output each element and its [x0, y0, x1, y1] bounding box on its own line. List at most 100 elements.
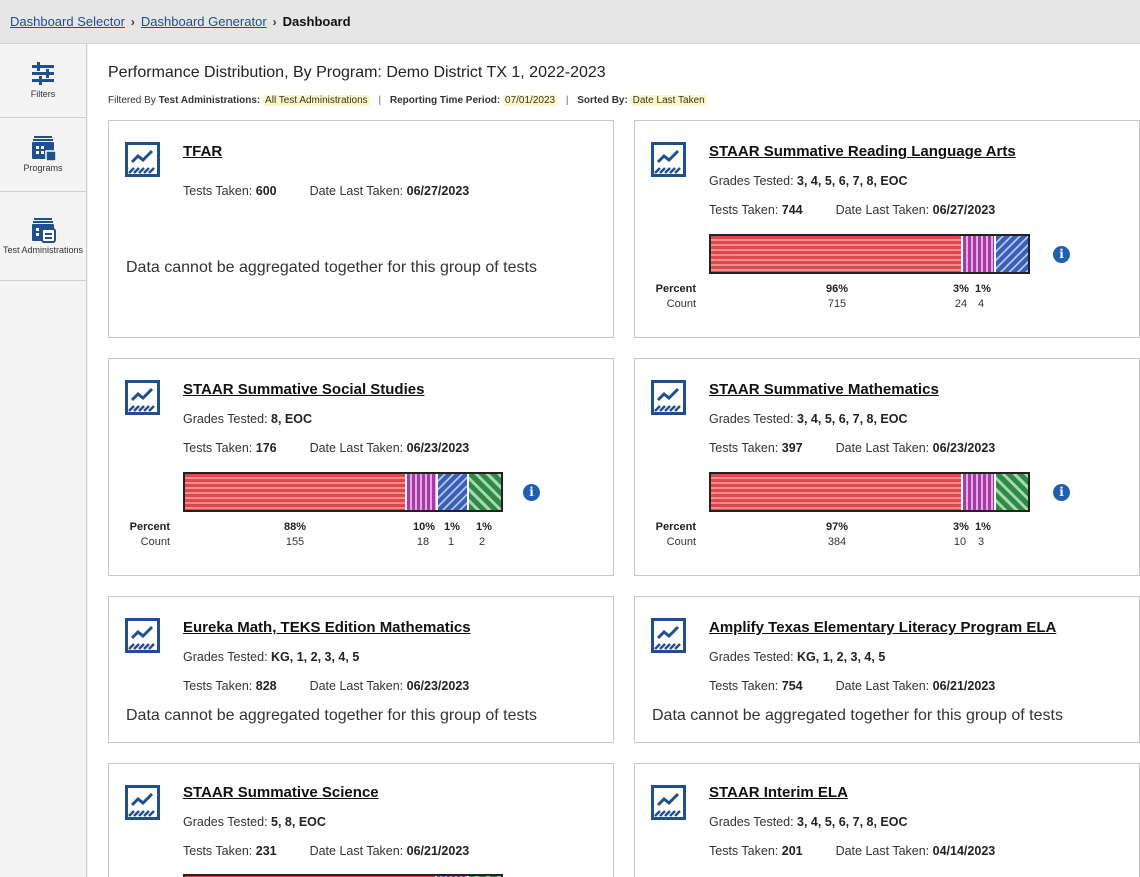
card-meta: Tests Taken: 744 Date Last Taken: 06/27/…: [709, 203, 995, 217]
breadcrumb-dashboard-generator[interactable]: Dashboard Generator: [141, 14, 267, 29]
distribution-bar: [183, 472, 503, 512]
percent-row-label: Percent: [655, 283, 696, 295]
date-last-taken-label: Date Last Taken:: [309, 679, 404, 693]
segment-percent: 3%: [953, 521, 969, 533]
tests-taken-value: 397: [781, 441, 803, 455]
no-data-message: Data cannot be aggregated together for t…: [126, 259, 537, 276]
date-last-taken-value: 06/21/2023: [406, 844, 470, 858]
bar-segment-blue[interactable]: [438, 474, 469, 510]
tests-taken-value: 176: [255, 441, 277, 455]
sidebar-item-filters[interactable]: Filters: [0, 44, 86, 118]
program-title-link[interactable]: TFAR: [183, 143, 222, 160]
breadcrumb-separator: ›: [272, 14, 277, 29]
no-data-message: Data cannot be aggregated together for t…: [126, 707, 537, 724]
filter-value: All Test Administrations: [263, 95, 370, 106]
tests-taken-label: Tests Taken:: [183, 844, 253, 858]
program-title-link[interactable]: STAAR Summative Science: [183, 784, 379, 801]
tests-taken-label: Tests Taken:: [183, 441, 253, 455]
tests-taken-label: Tests Taken:: [709, 203, 779, 217]
segment-count: 10: [953, 536, 967, 548]
bar-segment-blue[interactable]: [996, 236, 1028, 272]
segment-count: 3: [977, 536, 985, 548]
left-rail: Filters Programs Test Administrations: [0, 44, 87, 877]
filter-value: 07/01/2023: [503, 95, 558, 106]
grades-tested-value: 5, 8, EOC: [271, 815, 326, 829]
programs-icon: [32, 136, 56, 161]
grades-tested-label: Grades Tested:: [183, 815, 268, 829]
bar-segment-red[interactable]: [711, 236, 963, 272]
sidebar-item-programs[interactable]: Programs: [0, 118, 86, 192]
count-row-label: Count: [140, 536, 170, 548]
tests-taken-value: 754: [781, 679, 803, 693]
program-title-link[interactable]: STAAR Summative Reading Language Arts: [709, 143, 1016, 160]
segment-percent: 96%: [825, 283, 849, 295]
program-card: TFAR Tests Taken: 600 Date Last Taken: 0…: [108, 120, 614, 338]
filter-divider: |: [378, 95, 382, 106]
sidebar-item-label: Filters: [30, 89, 56, 99]
chart-icon: [125, 618, 160, 653]
info-icon[interactable]: i: [1053, 246, 1070, 263]
program-title-link[interactable]: Eureka Math, TEKS Edition Mathematics: [183, 619, 471, 636]
date-last-taken-value: 04/14/2023: [932, 844, 996, 858]
tests-taken-value: 744: [781, 203, 803, 217]
program-card: STAAR Interim ELA Grades Tested: 3, 4, 5…: [634, 763, 1140, 877]
program-card: Eureka Math, TEKS Edition Mathematics Gr…: [108, 596, 614, 743]
grades-tested-value: KG, 1, 2, 3, 4, 5: [797, 650, 886, 664]
breadcrumb: Dashboard Selector › Dashboard Generator…: [0, 0, 1140, 44]
tests-taken-value: 600: [255, 184, 277, 198]
page-title: Performance Distribution, By Program: De…: [108, 64, 606, 81]
card-meta: Tests Taken: 397 Date Last Taken: 06/23/…: [709, 441, 995, 455]
tests-taken-label: Tests Taken:: [183, 679, 253, 693]
bar-segment-purple[interactable]: [963, 474, 996, 510]
segment-percent: 10%: [412, 521, 436, 533]
grades-tested: Grades Tested: 3, 4, 5, 6, 7, 8, EOC: [709, 815, 908, 829]
program-title-link[interactable]: STAAR Summative Social Studies: [183, 381, 424, 398]
info-icon[interactable]: i: [523, 484, 540, 501]
breadcrumb-separator: ›: [130, 14, 135, 29]
test-administrations-icon: [32, 217, 56, 243]
grades-tested: Grades Tested: 3, 4, 5, 6, 7, 8, EOC: [709, 412, 908, 426]
bar-segment-red[interactable]: [711, 474, 963, 510]
date-last-taken-label: Date Last Taken:: [309, 844, 404, 858]
grades-tested: Grades Tested: 8, EOC: [183, 412, 312, 426]
chart-icon: [125, 785, 160, 820]
date-last-taken-label: Date Last Taken:: [835, 441, 930, 455]
grades-tested-value: 3, 4, 5, 6, 7, 8, EOC: [797, 412, 908, 426]
filter-divider: |: [565, 95, 569, 106]
grades-tested-value: 8, EOC: [271, 412, 313, 426]
segment-count: 4: [977, 298, 985, 310]
bar-segment-red[interactable]: [185, 474, 407, 510]
card-meta: Tests Taken: 828 Date Last Taken: 06/23/…: [183, 679, 469, 693]
breadcrumb-dashboard-selector[interactable]: Dashboard Selector: [10, 14, 125, 29]
bar-segment-purple[interactable]: [407, 474, 438, 510]
filter-label: Reporting Time Period:: [389, 95, 501, 106]
segment-count: 715: [827, 298, 847, 310]
grades-tested-value: 3, 4, 5, 6, 7, 8, EOC: [797, 815, 908, 829]
sidebar-item-label: Test Administrations: [2, 244, 84, 255]
program-title-link[interactable]: STAAR Summative Mathematics: [709, 381, 939, 398]
filters-icon: [32, 62, 54, 85]
card-meta: Tests Taken: 201 Date Last Taken: 04/14/…: [709, 844, 995, 858]
breadcrumb-current: Dashboard: [282, 14, 351, 29]
program-title-link[interactable]: Amplify Texas Elementary Literacy Progra…: [709, 619, 1056, 636]
segment-percent: 1%: [444, 521, 460, 533]
segment-count: 2: [478, 536, 486, 548]
date-last-taken-value: 06/27/2023: [932, 203, 996, 217]
bar-segment-green[interactable]: [996, 474, 1028, 510]
bar-segment-green[interactable]: [469, 474, 501, 510]
grades-tested-label: Grades Tested:: [709, 815, 794, 829]
grades-tested-label: Grades Tested:: [183, 412, 268, 426]
date-last-taken-value: 06/23/2023: [406, 441, 470, 455]
program-title-link[interactable]: STAAR Interim ELA: [709, 784, 848, 801]
program-card: STAAR Summative Reading Language Arts Gr…: [634, 120, 1140, 338]
count-row-label: Count: [666, 298, 696, 310]
filter-value: Date Last Taken: [630, 95, 707, 106]
sidebar-item-test-administrations[interactable]: Test Administrations: [0, 192, 86, 281]
bar-segment-purple[interactable]: [963, 236, 996, 272]
program-card: STAAR Summative Science Grades Tested: 5…: [108, 763, 614, 877]
grades-tested: Grades Tested: 5, 8, EOC: [183, 815, 326, 829]
segment-count: 1: [447, 536, 455, 548]
date-last-taken-value: 06/23/2023: [406, 679, 470, 693]
program-card: STAAR Summative Social Studies Grades Te…: [108, 358, 614, 576]
info-icon[interactable]: i: [1053, 484, 1070, 501]
